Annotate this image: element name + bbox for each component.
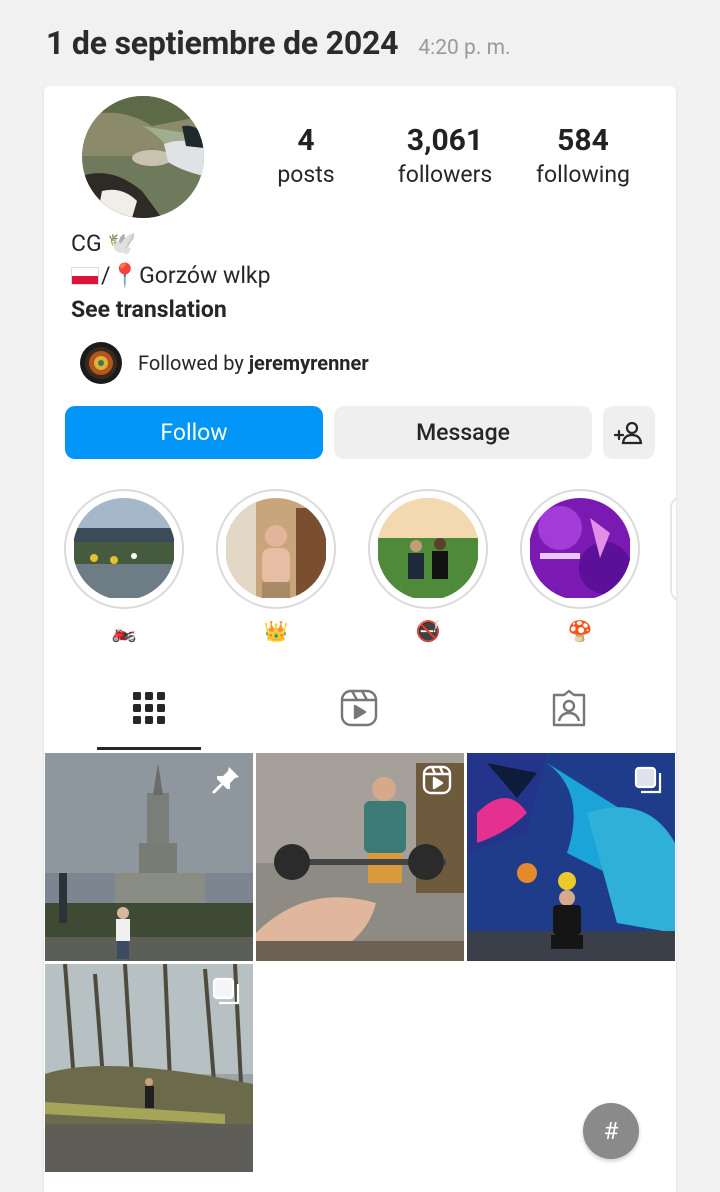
- carousel-icon: [212, 977, 240, 1005]
- post-thumbnail-4[interactable]: [45, 964, 253, 1172]
- profile-bio: /📍Gorzów wlkp: [71, 262, 271, 289]
- profile-name: CG 🕊️: [71, 230, 136, 257]
- highlight-4-cover: [529, 498, 631, 600]
- add-person-icon: [614, 421, 643, 444]
- profile-card[interactable]: 4 posts 3,061 followers 584 following CG…: [44, 86, 676, 1192]
- profile-name-text: CG: [71, 230, 102, 257]
- grid-icon: [133, 692, 165, 724]
- highlight-4-label: 🍄: [567, 619, 593, 643]
- followed-by-prefix: Followed by: [138, 351, 249, 375]
- time-label: 4:20 p. m.: [418, 36, 511, 60]
- highlight-1-cover: [73, 498, 175, 600]
- carousel-icon: [634, 766, 662, 794]
- highlight-3-label: 🚭: [415, 619, 441, 643]
- hashtag-button[interactable]: #: [583, 1103, 639, 1159]
- highlight-overflow: [670, 496, 676, 602]
- highlight-1[interactable]: 🏍️: [64, 489, 184, 643]
- chat-date-header: 1 de septiembre de 2024 4:20 p. m.: [46, 24, 511, 62]
- date-label: 1 de septiembre de 2024: [46, 24, 399, 62]
- see-translation-link[interactable]: See translation: [71, 296, 227, 323]
- dove-emoji: 🕊️: [107, 230, 137, 257]
- highlight-3-cover: [377, 498, 479, 600]
- highlight-2-label: 👑: [263, 619, 289, 643]
- profile-avatar[interactable]: [82, 96, 204, 218]
- reels-icon: [340, 689, 378, 727]
- posts-label: posts: [277, 161, 335, 188]
- following-count: 584: [557, 123, 609, 158]
- stat-followers[interactable]: 3,061 followers: [384, 122, 506, 190]
- followed-by-row[interactable]: Followed by jeremyrenner: [80, 342, 369, 384]
- post-thumbnail-3[interactable]: [467, 753, 675, 961]
- highlight-1-label: 🏍️: [111, 619, 137, 643]
- pin-icon: [212, 767, 239, 794]
- active-tab-indicator: [97, 747, 201, 750]
- bio-location: /📍Gorzów wlkp: [101, 262, 271, 289]
- message-button[interactable]: Message: [334, 406, 592, 459]
- poland-flag-icon: [71, 266, 99, 285]
- highlight-3[interactable]: 🚭: [368, 489, 488, 643]
- tab-grid[interactable]: [44, 666, 254, 750]
- tab-reels[interactable]: [254, 666, 464, 750]
- followers-count: 3,061: [406, 123, 484, 158]
- following-label: following: [536, 161, 630, 188]
- highlight-2[interactable]: 👑: [216, 489, 336, 643]
- profile-tabs: [44, 666, 676, 750]
- stat-posts[interactable]: 4 posts: [266, 122, 346, 190]
- post-thumbnail-1[interactable]: [45, 753, 253, 961]
- follower-avatar: [80, 342, 122, 384]
- highlight-2-cover: [225, 498, 327, 600]
- posts-count: 4: [297, 123, 315, 158]
- followed-by-username[interactable]: jeremyrenner: [249, 351, 369, 375]
- followed-by-text: Followed by jeremyrenner: [138, 351, 369, 375]
- tab-tagged[interactable]: [464, 666, 674, 750]
- suggested-users-button[interactable]: [603, 406, 655, 459]
- highlight-4[interactable]: 🍄: [520, 489, 640, 643]
- reel-badge-icon: [422, 765, 452, 795]
- tagged-icon: [552, 689, 586, 727]
- follow-button[interactable]: Follow: [65, 406, 323, 459]
- stat-following[interactable]: 584 following: [524, 122, 642, 190]
- post-thumbnail-2[interactable]: [256, 753, 464, 961]
- followers-label: followers: [397, 161, 493, 188]
